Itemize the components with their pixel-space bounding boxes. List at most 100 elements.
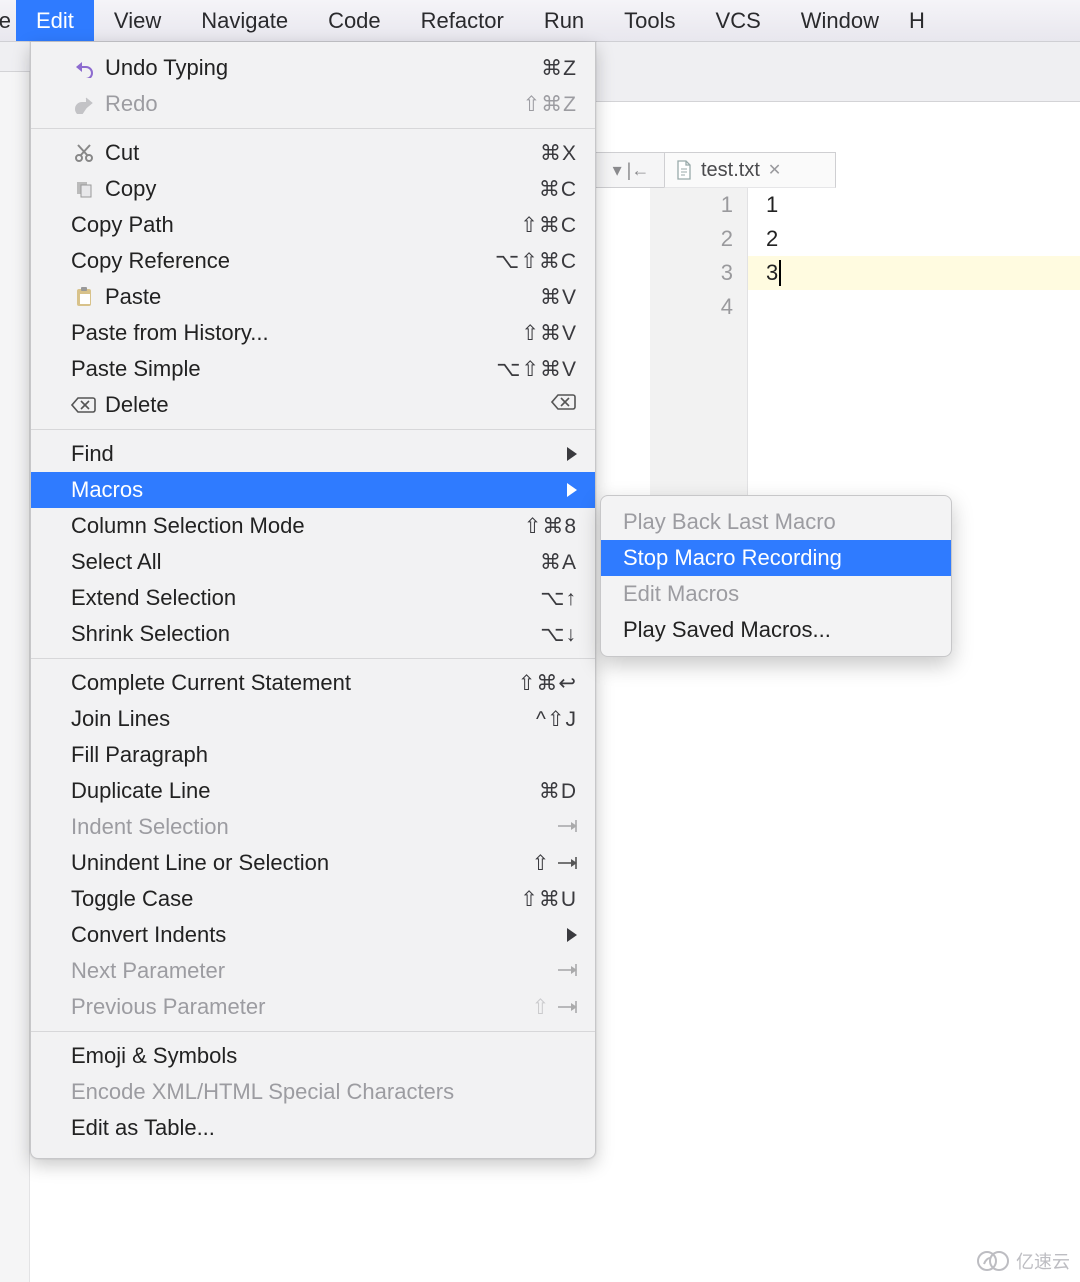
menu-vcs-label: VCS	[716, 8, 761, 34]
menu-item-undo-typing[interactable]: Undo Typing⌘Z	[31, 50, 595, 86]
menu-item-paste-simple[interactable]: Paste Simple⌥⇧⌘V	[31, 351, 595, 387]
menu-item-delete[interactable]: Delete	[31, 387, 595, 423]
app-menubar: e Edit View Navigate Code Refactor Run T…	[0, 0, 1080, 42]
menu-window[interactable]: Window	[781, 0, 899, 41]
code-text: 3	[766, 260, 778, 286]
submenu-item-label: Edit Macros	[623, 581, 739, 607]
menu-item-shortcut: ⇧⌘Z	[523, 92, 577, 117]
menu-item-shortcut: ⇧⌘V	[521, 321, 577, 346]
menu-item-shortcut: ⌘C	[539, 177, 577, 202]
menu-edit-label: Edit	[36, 8, 74, 34]
editor-tab-test[interactable]: test.txt ✕	[664, 152, 836, 188]
menu-item-unindent-line-or-selection[interactable]: Unindent Line or Selection⇧	[31, 845, 595, 881]
menu-item-find[interactable]: Find	[31, 436, 595, 472]
menu-run[interactable]: Run	[524, 0, 604, 41]
menu-item-label: Column Selection Mode	[71, 513, 524, 539]
menu-item-shortcut	[557, 815, 577, 839]
menubar-leading-fragment: e	[0, 0, 16, 41]
gutter-line: 1	[650, 188, 747, 222]
submenu-item-stop-macro-recording[interactable]: Stop Macro Recording	[601, 540, 951, 576]
menu-item-label: Fill Paragraph	[71, 742, 577, 768]
menu-item-cut[interactable]: Cut⌘X	[31, 135, 595, 171]
menu-code[interactable]: Code	[308, 0, 401, 41]
toolbar-nav-back-icon[interactable]: ▾ |←	[596, 152, 666, 188]
submenu-arrow-icon	[563, 483, 577, 497]
submenu-item-label: Stop Macro Recording	[623, 545, 842, 571]
menu-item-edit-as-table[interactable]: Edit as Table...	[31, 1110, 595, 1146]
paste-icon	[71, 284, 97, 310]
menu-item-next-parameter: Next Parameter	[31, 953, 595, 989]
undo-icon	[71, 55, 97, 81]
menu-item-label: Emoji & Symbols	[71, 1043, 577, 1069]
code-text: 1	[766, 192, 778, 218]
code-text: 2	[766, 226, 778, 252]
redo-icon	[71, 91, 97, 117]
menu-item-macros[interactable]: Macros	[31, 472, 595, 508]
menu-item-label: Copy	[105, 176, 539, 202]
menu-item-shrink-selection[interactable]: Shrink Selection⌥↓	[31, 616, 595, 652]
menu-item-convert-indents[interactable]: Convert Indents	[31, 917, 595, 953]
close-tab-icon[interactable]: ✕	[768, 160, 781, 180]
toolbar-fragment	[0, 42, 34, 72]
menu-separator	[31, 658, 595, 659]
submenu-arrow-icon	[563, 928, 577, 942]
menu-item-join-lines[interactable]: Join Lines^⇧J	[31, 701, 595, 737]
editor-code[interactable]: 1 2 3	[748, 188, 1080, 508]
menu-item-shortcut: ⇧⌘8	[524, 514, 577, 539]
submenu-item-label: Play Saved Macros...	[623, 617, 831, 643]
menu-item-copy-path[interactable]: Copy Path⇧⌘C	[31, 207, 595, 243]
menu-item-paste[interactable]: Paste⌘V	[31, 279, 595, 315]
menu-item-redo: Redo⇧⌘Z	[31, 86, 595, 122]
menu-item-copy[interactable]: Copy⌘C	[31, 171, 595, 207]
menu-item-previous-parameter: Previous Parameter⇧	[31, 989, 595, 1025]
submenu-item-play-saved-macros[interactable]: Play Saved Macros...	[601, 612, 951, 648]
menu-item-shortcut: ^⇧J	[536, 707, 577, 732]
editor-body[interactable]: 1 2 3 4 1 2 3	[650, 188, 1080, 508]
menu-item-label: Copy Reference	[71, 248, 495, 274]
menu-item-label: Indent Selection	[71, 814, 557, 840]
menu-item-shortcut: ⇧	[532, 851, 577, 876]
menu-item-label: Join Lines	[71, 706, 536, 732]
menu-view-label: View	[114, 8, 161, 34]
menu-item-emoji-symbols[interactable]: Emoji & Symbols	[31, 1038, 595, 1074]
editor-tab-label: test.txt	[701, 159, 760, 182]
menubar-trailing-fragment: H	[899, 0, 925, 41]
menu-item-label: Convert Indents	[71, 922, 563, 948]
menu-item-fill-paragraph[interactable]: Fill Paragraph	[31, 737, 595, 773]
menu-item-label: Paste	[105, 284, 540, 310]
gutter-line: 2	[650, 222, 747, 256]
menu-item-shortcut: ⇧⌘C	[520, 213, 577, 238]
menu-view[interactable]: View	[94, 0, 181, 41]
menu-refactor[interactable]: Refactor	[401, 0, 524, 41]
menu-item-duplicate-line[interactable]: Duplicate Line⌘D	[31, 773, 595, 809]
menu-item-select-all[interactable]: Select All⌘A	[31, 544, 595, 580]
menu-item-column-selection-mode[interactable]: Column Selection Mode⇧⌘8	[31, 508, 595, 544]
code-line-current: 3	[748, 256, 1080, 290]
menu-tools-label: Tools	[624, 8, 675, 34]
menu-item-indent-selection: Indent Selection	[31, 809, 595, 845]
menu-edit[interactable]: Edit	[16, 0, 94, 41]
menu-item-label: Cut	[105, 140, 540, 166]
delete-key-icon	[71, 392, 97, 418]
copy-icon	[71, 176, 97, 202]
menu-item-copy-reference[interactable]: Copy Reference⌥⇧⌘C	[31, 243, 595, 279]
menu-item-label: Find	[71, 441, 563, 467]
menu-item-shortcut: ⌥⇧⌘C	[495, 249, 577, 274]
menu-navigate[interactable]: Navigate	[181, 0, 308, 41]
menu-tools[interactable]: Tools	[604, 0, 695, 41]
menu-item-shortcut: ⌘A	[540, 550, 577, 575]
menu-item-label: Select All	[71, 549, 540, 575]
menu-item-complete-current-statement[interactable]: Complete Current Statement⇧⌘↩	[31, 665, 595, 701]
menu-refactor-label: Refactor	[421, 8, 504, 34]
menu-item-shortcut	[557, 959, 577, 983]
code-line: 2	[748, 222, 1080, 256]
menu-item-extend-selection[interactable]: Extend Selection⌥↑	[31, 580, 595, 616]
menu-item-shortcut: ⌘V	[540, 285, 577, 310]
menu-item-toggle-case[interactable]: Toggle Case⇧⌘U	[31, 881, 595, 917]
menu-item-label: Duplicate Line	[71, 778, 539, 804]
menu-item-paste-from-history[interactable]: Paste from History...⇧⌘V	[31, 315, 595, 351]
menu-vcs[interactable]: VCS	[696, 0, 781, 41]
menu-item-label: Previous Parameter	[71, 994, 532, 1020]
menu-item-label: Paste Simple	[71, 356, 496, 382]
code-line	[748, 290, 1080, 324]
